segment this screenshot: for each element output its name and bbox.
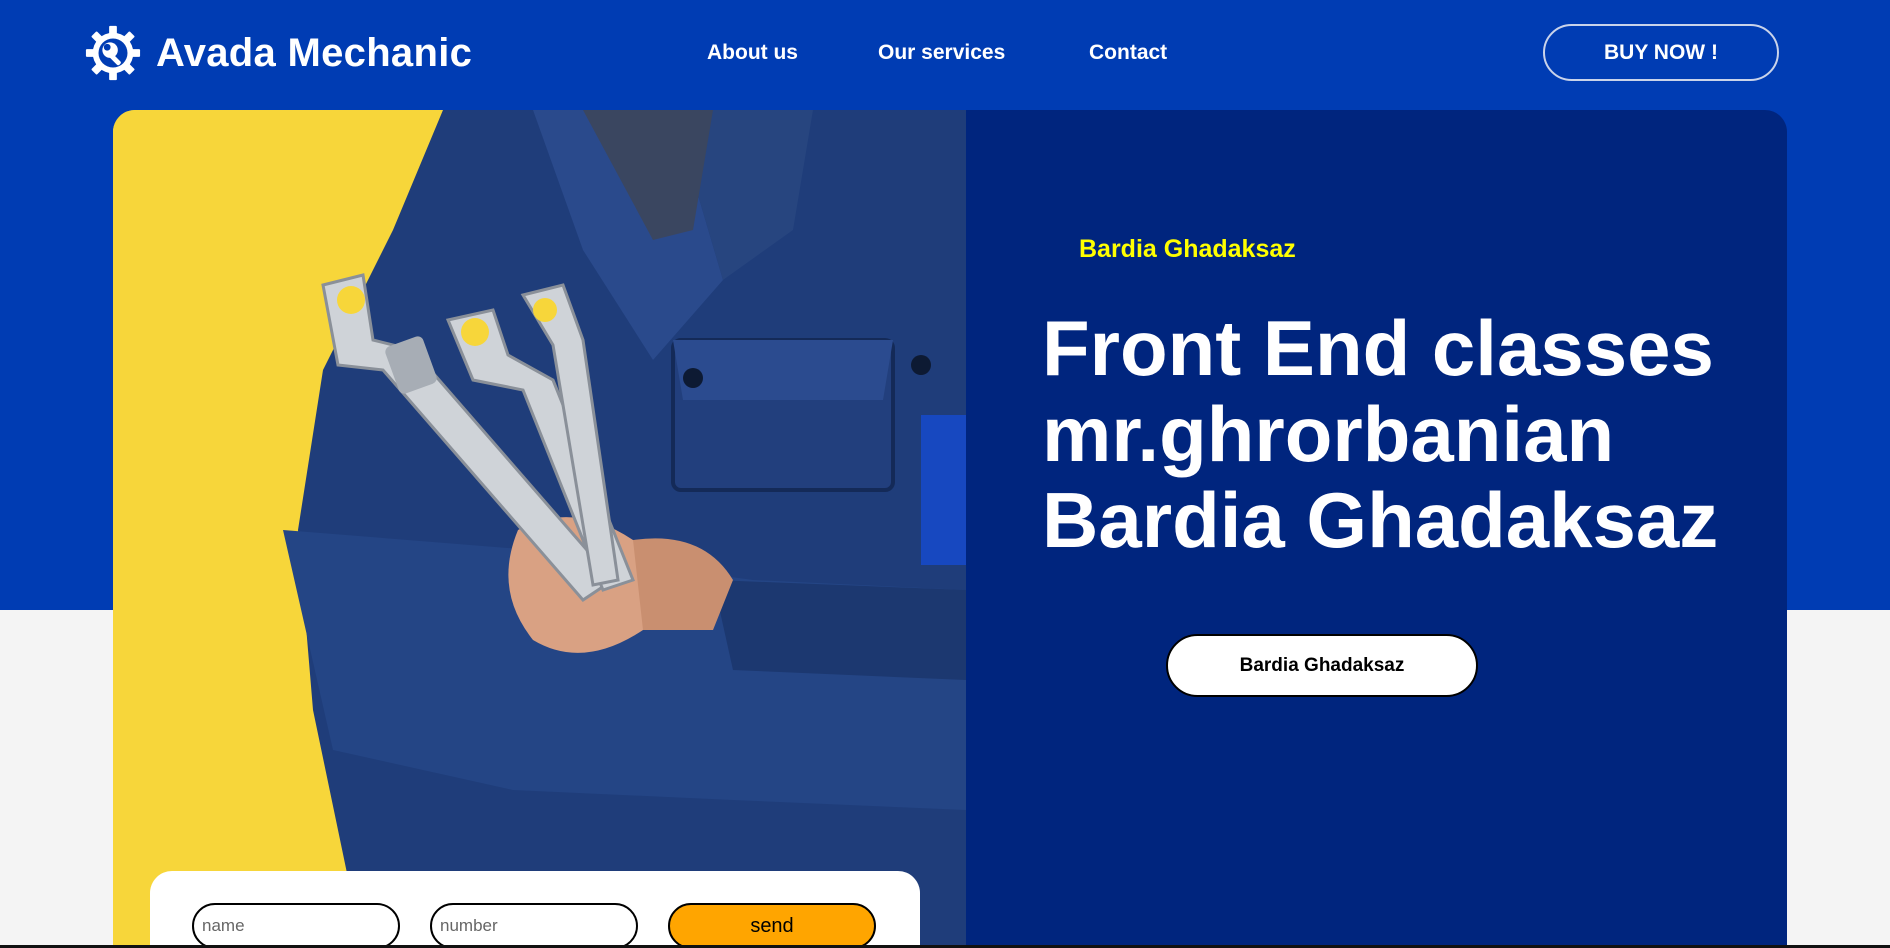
name-input[interactable] [192,903,400,948]
brand-name: Avada Mechanic [156,31,473,75]
nav-contact[interactable]: Contact [1089,42,1167,63]
hero-headline: Front End classes mr.ghrorbanian Bardia … [1042,305,1762,563]
buy-now-button[interactable]: BUY NOW ! [1543,24,1779,81]
hero-image [113,110,966,948]
hero-eyebrow: Bardia Ghadaksaz [1079,235,1296,263]
headline-line: Front End classes [1042,304,1714,392]
headline-line: Bardia Ghadaksaz [1042,476,1719,564]
number-input[interactable] [430,903,638,948]
headline-line: mr.ghrorbanian [1042,390,1615,478]
nav-about-us[interactable]: About us [707,42,798,63]
nav-our-services[interactable]: Our services [878,42,1005,63]
logo[interactable]: Avada Mechanic [84,24,472,82]
send-button[interactable]: send [668,903,876,948]
hero-cta-button[interactable]: Bardia Ghadaksaz [1166,634,1478,697]
gear-wrench-icon [85,25,141,81]
contact-form: send [150,871,920,948]
hero-panel: Bardia Ghadaksaz Front End classes mr.gh… [966,110,1787,948]
page: Avada Mechanic About us Our services Con… [0,0,1890,948]
mechanic-illustration [113,110,966,948]
